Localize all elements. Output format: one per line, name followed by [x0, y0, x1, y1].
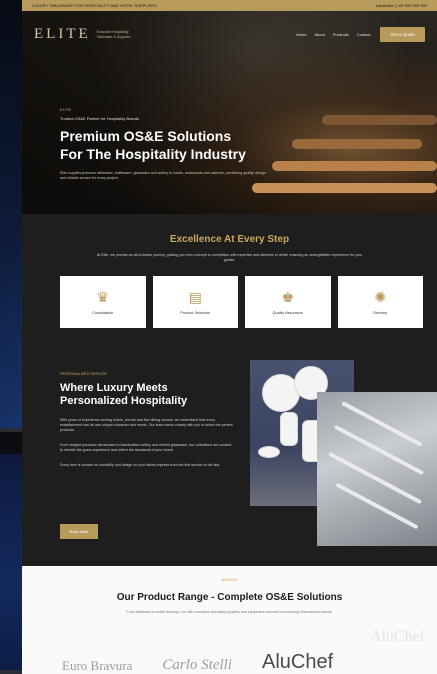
brand-logo[interactable]: Carlo Stelli: [162, 657, 232, 674]
luxury-paragraph: From elegant porcelain dinnerware to han…: [60, 443, 232, 452]
nav-link-contact[interactable]: Contact: [357, 32, 371, 37]
logo-wordmark: ELITE: [34, 25, 91, 42]
brand-logo[interactable]: AluChef: [262, 651, 333, 674]
service-card[interactable]: ♛ Consultation: [60, 276, 146, 328]
hero-title-line: Premium OS&E Solutions: [60, 128, 232, 144]
logo-tagline: Exclusive Hospitality Tableware & Suppli…: [97, 30, 131, 39]
logo-tagline-line: Tableware & Supplies: [96, 34, 131, 39]
luxury-title-line: Personalized Hospitality: [60, 395, 188, 407]
nav-link-home[interactable]: Home: [296, 32, 307, 37]
crown-icon: ♛: [96, 289, 110, 305]
contact-text: info@elite | +00 000 000 000: [375, 3, 427, 8]
hero-title: Premium OS&E Solutions For The Hospitali…: [60, 127, 290, 163]
plate-image: [280, 412, 298, 446]
nav-links: Home About Products Contact: [296, 32, 371, 37]
hero-section: ELITE Exclusive Hospitality Tableware & …: [22, 11, 437, 214]
brand-watermark: AluChef: [369, 628, 425, 645]
hero-title-line: For The Hospitality Industry: [60, 146, 246, 162]
food-platter: [252, 183, 437, 193]
catalog-icon: ▤: [188, 289, 202, 305]
hero-subtitle: Trusted OS&E Partner for Hospitality Bra…: [60, 116, 139, 121]
luxury-title: Where Luxury Meets Personalized Hospital…: [60, 382, 235, 408]
food-platter: [272, 161, 437, 171]
brand-logos: Euro Bravura Carlo Stelli AluChef: [62, 651, 333, 674]
hero-description: Elite supplies premium tableware, buffet…: [60, 171, 266, 180]
luxury-content: PERSONALIZED SERVICE Where Luxury Meets …: [60, 372, 235, 468]
cutlery-image: [328, 451, 422, 505]
plate-image: [258, 446, 280, 458]
announcement-text: LUXURY TABLEWARE FOR HOSPITALITY AND HOT…: [32, 3, 157, 8]
food-platter: [322, 115, 437, 125]
hero-content: ELITE Trusted OS&E Partner for Hospitali…: [60, 107, 290, 181]
logo[interactable]: ELITE Exclusive Hospitality Tableware & …: [34, 26, 130, 43]
cutlery-image: [341, 401, 423, 447]
website-mockup: LUXURY TABLEWARE FOR HOSPITALITY AND HOT…: [22, 0, 437, 674]
service-card[interactable]: ▤ Product Selection: [152, 276, 238, 328]
excellence-title: Excellence At Every Step: [169, 234, 290, 245]
range-kicker: BRANDS: [221, 578, 238, 582]
nav-link-about[interactable]: About: [314, 32, 324, 37]
service-card[interactable]: ✺ Delivery: [337, 276, 423, 328]
quote-button[interactable]: Get a Quote: [380, 26, 425, 42]
luxury-kicker: PERSONALIZED SERVICE: [60, 372, 107, 376]
excellence-description: At Elite, we provide an all-inclusive jo…: [96, 253, 363, 262]
service-cards: ♛ Consultation ▤ Product Selection ♚ Qua…: [22, 263, 437, 328]
trophy-icon: ♚: [281, 289, 295, 305]
hero-kicker: ELITE: [60, 107, 72, 112]
product-range-section: BRANDS Our Product Range - Complete OS&E…: [22, 566, 437, 674]
read-more-button[interactable]: Read More: [60, 524, 98, 539]
cutlery-image: [335, 482, 419, 530]
navbar: ELITE Exclusive Hospitality Tableware & …: [22, 19, 437, 49]
service-card-label: Consultation: [92, 311, 114, 315]
service-card-label: Product Selection: [180, 311, 211, 315]
logo-tagline-line: Exclusive Hospitality: [96, 29, 129, 34]
cutlery-image: [333, 424, 425, 476]
luxury-paragraph: With years of experience serving hotels,…: [60, 418, 233, 432]
service-card-label: Delivery: [373, 311, 388, 315]
service-card[interactable]: ♚ Quality Assurance: [245, 276, 331, 328]
luxury-paragraph: Every item is chosen for durability and …: [60, 463, 221, 467]
luxury-title-line: Where Luxury Meets: [60, 382, 168, 394]
range-title: Our Product Range - Complete OS&E Soluti…: [116, 592, 343, 603]
brand-logo[interactable]: Euro Bravura: [62, 658, 132, 674]
announcement-bar: LUXURY TABLEWARE FOR HOSPITALITY AND HOT…: [22, 0, 437, 11]
service-card-label: Quality Assurance: [272, 311, 304, 315]
cutlery-photo: [317, 392, 437, 546]
gear-icon: ✺: [374, 289, 387, 305]
excellence-section: Excellence At Every Step At Elite, we pr…: [22, 214, 437, 364]
range-description: From tableware to buffet displays, we of…: [126, 610, 333, 614]
luxury-section: PERSONALIZED SERVICE Where Luxury Meets …: [22, 360, 437, 574]
food-platter: [292, 139, 422, 149]
nav-link-products[interactable]: Products: [333, 32, 349, 37]
